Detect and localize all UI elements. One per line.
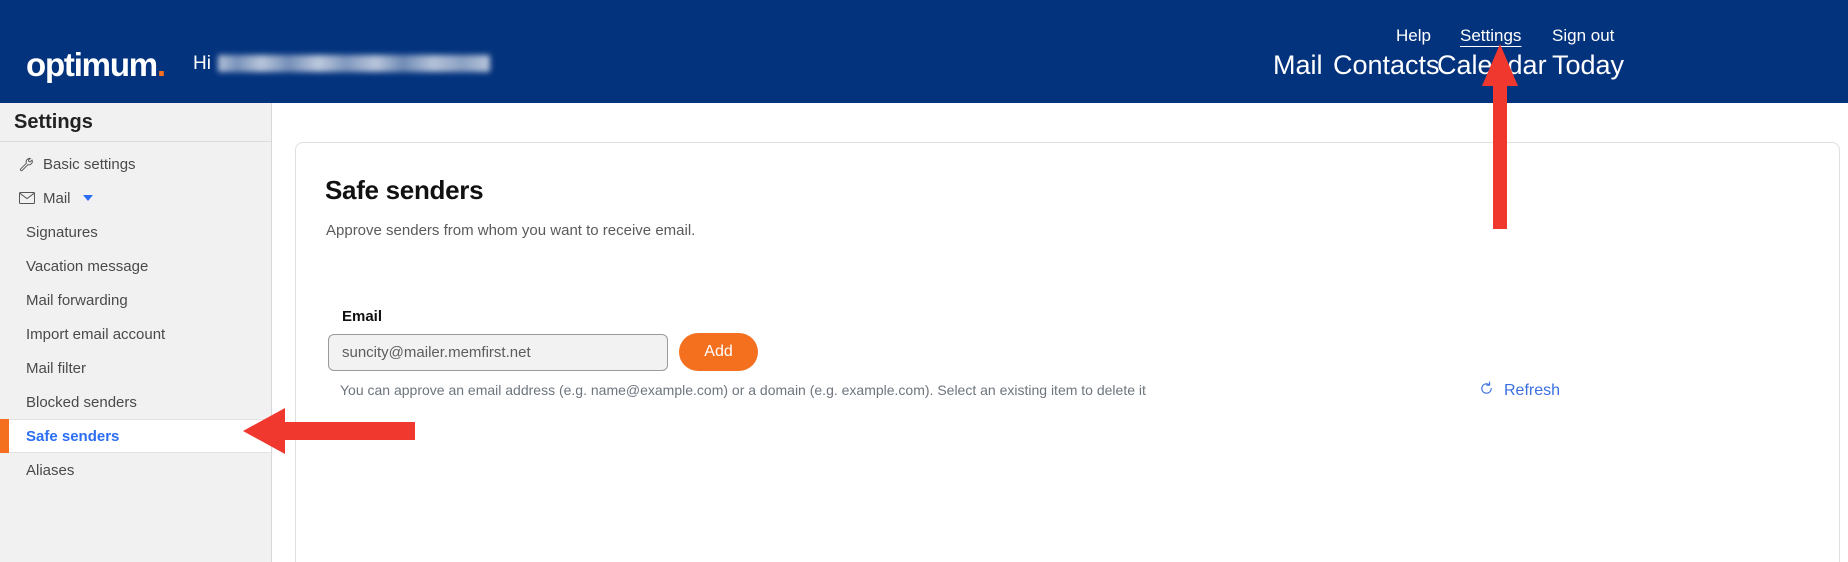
sidebar-item-label: Vacation message <box>26 257 149 275</box>
sidebar-item-label: Mail filter <box>26 359 87 377</box>
sidebar-item-label: Blocked senders <box>26 393 137 411</box>
sidebar-item-mail[interactable]: Mail <box>0 181 271 215</box>
sidebar-item-label: Aliases <box>26 461 75 479</box>
sidebar-item-mail-forwarding[interactable]: Mail forwarding <box>0 283 271 317</box>
sidebar-item-label: Mail <box>43 189 71 207</box>
sidebar-item-basic-settings[interactable]: Basic settings <box>0 147 271 181</box>
sidebar-item-vacation-message[interactable]: Vacation message <box>0 249 271 283</box>
header-link-sign-out[interactable]: Sign out <box>1552 26 1614 46</box>
envelope-icon <box>18 191 35 206</box>
sidebar-item-signatures[interactable]: Signatures <box>0 215 271 249</box>
refresh-icon <box>1479 381 1494 401</box>
brand-name: optimum <box>26 46 158 83</box>
email-settings-page: optimum. Hi Help Settings Sign out Mail … <box>0 0 1848 562</box>
sidebar-item-label: Signatures <box>26 223 98 241</box>
account-email-redacted <box>217 55 490 72</box>
sidebar-nav-list: Basic settings Mail Signatures Vacation … <box>0 142 271 487</box>
helper-text: You can approve an email address (e.g. n… <box>340 382 1146 398</box>
sidebar-item-import-email-account[interactable]: Import email account <box>0 317 271 351</box>
add-button[interactable]: Add <box>679 333 758 371</box>
email-field-label: Email <box>342 308 383 325</box>
settings-sidebar: Settings Basic settings Mail Signatures … <box>0 103 272 562</box>
page-subtitle: Approve senders from whom you want to re… <box>326 222 696 239</box>
greeting: Hi <box>193 54 490 73</box>
brand-dot: . <box>156 46 166 83</box>
chevron-down-icon[interactable] <box>82 195 93 201</box>
sidebar-item-label: Mail forwarding <box>26 291 128 309</box>
sidebar-item-aliases[interactable]: Aliases <box>0 453 271 487</box>
header-link-help[interactable]: Help <box>1396 26 1431 46</box>
refresh-button[interactable]: Refresh <box>1479 381 1560 401</box>
greeting-prefix: Hi <box>193 53 211 74</box>
email-input[interactable] <box>328 334 668 371</box>
safe-senders-card: Safe senders Approve senders from whom y… <box>295 142 1840 562</box>
nav-item-today[interactable]: Today <box>1552 50 1624 81</box>
sidebar-item-blocked-senders[interactable]: Blocked senders <box>0 385 271 419</box>
sidebar-item-label: Safe senders <box>26 427 120 445</box>
sidebar-item-mail-filter[interactable]: Mail filter <box>0 351 271 385</box>
nav-item-mail[interactable]: Mail <box>1273 50 1323 81</box>
top-header-bar: optimum. Hi Help Settings Sign out Mail … <box>0 0 1848 103</box>
header-link-settings[interactable]: Settings <box>1460 26 1521 46</box>
wrench-icon <box>18 157 35 172</box>
sidebar-item-label: Import email account <box>26 325 166 343</box>
page-title: Safe senders <box>325 175 484 205</box>
sidebar-item-safe-senders[interactable]: Safe senders <box>0 419 271 453</box>
sidebar-item-label: Basic settings <box>43 155 136 173</box>
refresh-label: Refresh <box>1504 382 1561 399</box>
optimum-logo[interactable]: optimum. <box>26 46 166 83</box>
content-area: Safe senders Approve senders from whom y… <box>272 103 1848 562</box>
nav-item-calendar[interactable]: Calendar <box>1437 50 1547 81</box>
nav-item-contacts[interactable]: Contacts <box>1333 50 1440 81</box>
sidebar-title: Settings <box>0 103 271 142</box>
